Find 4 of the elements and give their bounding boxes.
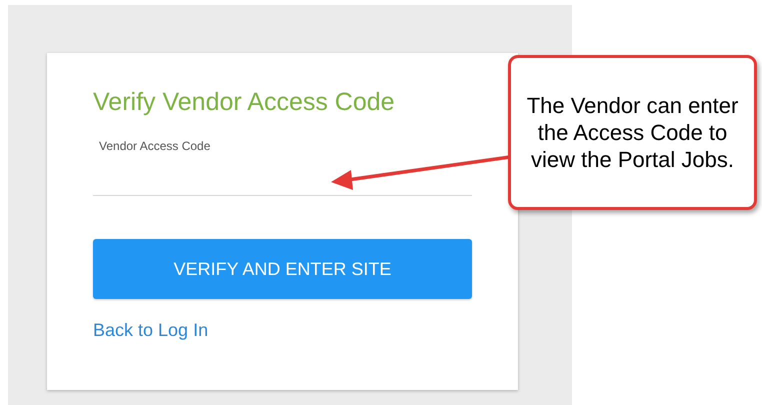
back-to-login-link[interactable]: Back to Log In <box>93 320 208 341</box>
verify-button[interactable]: VERIFY AND ENTER SITE <box>93 239 472 299</box>
callout-note: The Vendor can enter the Access Code to view the Portal Jobs. <box>508 55 757 210</box>
form-title: Verify Vendor Access Code <box>93 87 395 117</box>
